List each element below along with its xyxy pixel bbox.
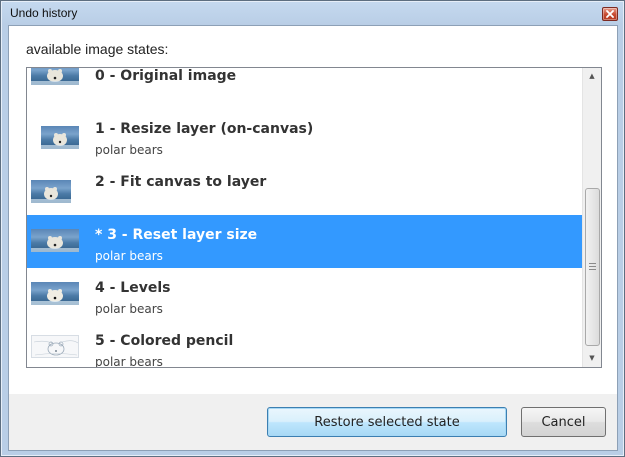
list-item-state-1[interactable]: 1 - Resize layer (on-canvas) polar bears xyxy=(27,109,582,162)
state-title: 5 - Colored pencil xyxy=(95,333,234,349)
close-icon xyxy=(606,10,614,18)
list-item-state-5[interactable]: 5 - Colored pencil polar bears xyxy=(27,321,582,368)
state-title: 1 - Resize layer (on-canvas) xyxy=(95,121,314,137)
list-content: 0 - Original image 1 - Resize layer (on-… xyxy=(27,68,582,368)
polar-bear-thumbnail xyxy=(31,68,79,85)
content-area: available image states: 0 - Original ima… xyxy=(9,26,617,394)
scroll-thumb[interactable] xyxy=(585,188,600,346)
available-states-label: available image states: xyxy=(26,41,169,57)
dialog-body: available image states: 0 - Original ima… xyxy=(8,25,618,451)
close-button[interactable] xyxy=(602,7,618,21)
scroll-up-arrow[interactable]: ▲ xyxy=(583,68,601,85)
state-title: 4 - Levels xyxy=(95,280,171,296)
image-states-list[interactable]: 0 - Original image 1 - Resize layer (on-… xyxy=(26,67,602,368)
restore-selected-state-button[interactable]: Restore selected state xyxy=(267,407,507,437)
state-title: 0 - Original image xyxy=(95,68,237,84)
undo-history-dialog: Undo history available image states: 0 -… xyxy=(0,0,625,457)
polar-bear-thumbnail xyxy=(31,180,71,203)
polar-bear-sketch-thumbnail xyxy=(31,335,79,358)
state-title: * 3 - Reset layer size xyxy=(95,227,258,243)
state-subtitle: polar bears xyxy=(95,249,163,263)
state-subtitle: polar bears xyxy=(95,355,163,368)
polar-bear-thumbnail xyxy=(31,229,79,252)
grip-icon xyxy=(589,263,596,270)
cancel-button[interactable]: Cancel xyxy=(521,407,606,437)
list-item-state-0[interactable]: 0 - Original image xyxy=(27,68,582,109)
list-item-state-2[interactable]: 2 - Fit canvas to layer xyxy=(27,162,582,215)
vertical-scrollbar[interactable]: ▲ ▼ xyxy=(582,68,601,367)
state-title: 2 - Fit canvas to layer xyxy=(95,174,267,190)
state-subtitle: polar bears xyxy=(95,143,163,157)
list-item-state-3-selected[interactable]: * 3 - Reset layer size polar bears xyxy=(27,215,582,268)
scroll-down-arrow[interactable]: ▼ xyxy=(583,350,601,367)
window-title: Undo history xyxy=(10,6,78,20)
polar-bear-thumbnail xyxy=(31,282,79,305)
state-subtitle: polar bears xyxy=(95,302,163,316)
list-item-state-4[interactable]: 4 - Levels polar bears xyxy=(27,268,582,321)
polar-bear-thumbnail xyxy=(41,126,79,149)
title-bar[interactable]: Undo history xyxy=(1,1,624,25)
